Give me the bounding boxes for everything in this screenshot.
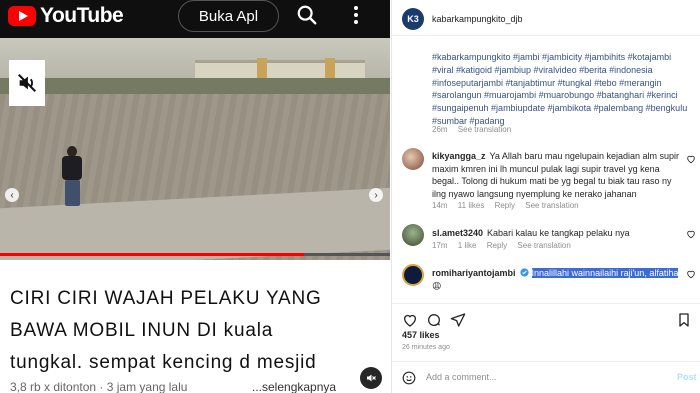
youtube-logo-icon: [8, 6, 36, 26]
post-comment-button[interactable]: Post: [677, 372, 697, 382]
youtube-logo-text: YouTube: [40, 4, 124, 27]
cctv-video-frame[interactable]: ‹ ›: [0, 38, 390, 260]
comment-username[interactable]: romihariyantojambi: [432, 268, 516, 278]
next-media-button[interactable]: ›: [369, 188, 383, 202]
post-side-panel: K3 kabarkampungkito_djb #kabarkampungkit…: [391, 0, 700, 393]
comment-text-selected: Innalillahi wainnailaihi raji'un, alfati…: [531, 268, 679, 278]
previous-media-button[interactable]: ‹: [5, 188, 19, 202]
verified-badge-icon: [519, 268, 529, 277]
open-app-button[interactable]: Buka Apl: [178, 0, 279, 32]
search-icon[interactable]: [296, 4, 318, 26]
caption-meta: 26m See translation: [432, 125, 511, 134]
youtube-top-bar: YouTube Buka Apl: [0, 0, 390, 38]
commenter-avatar[interactable]: [402, 264, 424, 286]
like-heart-icon[interactable]: [402, 312, 418, 328]
account-username[interactable]: kabarkampungkito_djb: [432, 14, 523, 24]
comment-bubble-icon[interactable]: [426, 312, 442, 328]
post-hashtags[interactable]: #kabarkampungkito #jambi #jambicity #jam…: [432, 51, 694, 128]
muted-speaker-icon[interactable]: [9, 60, 45, 106]
more-options-icon[interactable]: [350, 4, 362, 26]
see-translation-link[interactable]: See translation: [525, 201, 578, 210]
comment-body: sl.amet3240 Kabari kalau ke tangkap pelak…: [432, 227, 682, 240]
like-comment-heart-icon[interactable]: [686, 269, 696, 279]
comment-username[interactable]: kikyangga_z: [432, 151, 486, 161]
reply-button[interactable]: Reply: [487, 241, 507, 250]
save-bookmark-icon[interactable]: [676, 312, 692, 328]
comment-meta: 14m 11 likes Reply See translation: [432, 201, 587, 210]
see-translation-link[interactable]: See translation: [517, 241, 570, 250]
caption-line: CIRI CIRI WAJAH PELAKU YANG: [10, 288, 322, 309]
video-caption-area: CIRI CIRI WAJAH PELAKU YANG BAWA MOBIL I…: [0, 260, 390, 393]
add-comment-input[interactable]: Add a comment...: [426, 372, 497, 382]
comment-emoji: 😩: [432, 280, 442, 291]
post-action-bar: [392, 303, 700, 327]
video-meta: 3,8 rb x ditonton · 3 jam yang lalu: [10, 380, 188, 393]
video-progress-bar[interactable]: [0, 253, 390, 256]
like-comment-heart-icon[interactable]: [686, 229, 696, 239]
add-comment-bar: Add a comment... Post: [392, 361, 700, 393]
comment-time: 14m: [432, 201, 448, 210]
like-comment-heart-icon[interactable]: [686, 154, 696, 164]
person-legs: [65, 180, 80, 206]
video-progress-fill: [0, 253, 305, 256]
see-translation-link[interactable]: See translation: [458, 125, 511, 134]
emoji-smile-icon[interactable]: [402, 371, 416, 385]
caption-time: 26m: [432, 125, 448, 134]
caption-line: BAWA MOBIL INUN DI kuala: [10, 320, 274, 341]
comment-text: Kabari kalau ke tangkap pelaku nya: [487, 228, 630, 238]
likes-count[interactable]: 457 likes: [402, 330, 440, 340]
post-header: K3 kabarkampungkito_djb: [392, 0, 700, 36]
post-time: 26 minutes ago: [402, 344, 450, 351]
post-media[interactable]: YouTube Buka Apl ‹ › CIRI CIRI WAJAH PEL…: [0, 0, 390, 393]
commenter-avatar[interactable]: [402, 224, 424, 246]
account-avatar[interactable]: K3: [402, 8, 424, 30]
comment-body: romihariyantojambi Innalillahi wainnailai…: [432, 267, 682, 292]
comment-time: 17m: [432, 241, 448, 250]
comment-likes[interactable]: 11 likes: [458, 201, 485, 210]
share-send-icon[interactable]: [450, 312, 466, 328]
comment-username[interactable]: sl.amet3240: [432, 228, 483, 238]
show-more-link[interactable]: ...selengkapnya: [252, 380, 336, 393]
caption-line: tungkal. sempat kencing d mesjid: [10, 352, 317, 373]
commenter-avatar[interactable]: [402, 148, 424, 170]
comment-likes[interactable]: 1 like: [458, 241, 477, 250]
comment-body: kikyangga_z Ya Allah baru mau ngelupain k…: [432, 150, 682, 200]
person-body: [62, 156, 82, 180]
mute-toggle-icon[interactable]: [360, 367, 382, 389]
reply-button[interactable]: Reply: [495, 201, 515, 210]
comment-meta: 17m 1 like Reply See translation: [432, 241, 579, 250]
